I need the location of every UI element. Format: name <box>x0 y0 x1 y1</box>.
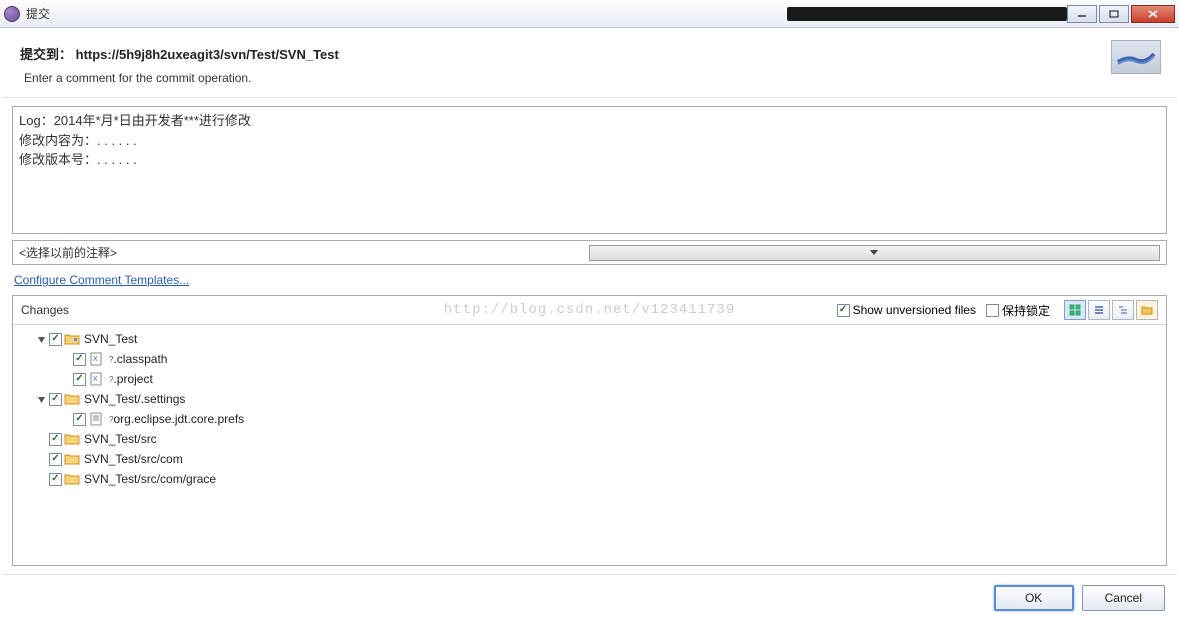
expand-arrow-icon <box>59 413 71 425</box>
compressed-tree-button[interactable] <box>1112 300 1134 320</box>
expand-arrow-icon <box>59 353 71 365</box>
minimize-button[interactable] <box>1067 5 1097 23</box>
row-checkbox[interactable] <box>49 453 62 466</box>
text-file-icon <box>88 412 104 426</box>
expand-arrow-icon <box>35 433 47 445</box>
expand-arrow-icon[interactable] <box>35 333 47 345</box>
row-checkbox[interactable] <box>49 433 62 446</box>
tree-row[interactable]: SVN_Test/src <box>13 429 1166 449</box>
show-folder-button[interactable] <box>1136 300 1158 320</box>
folder-icon <box>64 472 80 486</box>
previous-comment-placeholder: <选择以前的注释> <box>19 244 589 261</box>
window-title: 提交 <box>26 5 767 22</box>
row-checkbox[interactable] <box>73 353 86 366</box>
maximize-button[interactable] <box>1099 5 1129 23</box>
row-checkbox[interactable] <box>49 333 62 346</box>
tree-row[interactable]: ?org.eclipse.jdt.core.prefs <box>13 409 1166 429</box>
previous-comment-select[interactable]: <选择以前的注释> <box>12 240 1167 265</box>
app-icon <box>4 6 20 22</box>
folder-icon <box>64 452 80 466</box>
changes-panel: Changes http://blog.csdn.net/v123411739 … <box>12 295 1167 566</box>
svn-logo-icon <box>1111 40 1161 74</box>
tree-row[interactable]: SVN_Test <box>13 329 1166 349</box>
flat-list-button[interactable] <box>1088 300 1110 320</box>
row-checkbox[interactable] <box>49 473 62 486</box>
proj-folder-icon <box>64 332 80 346</box>
configure-templates-link[interactable]: Configure Comment Templates... <box>14 273 189 287</box>
tree-item-label: org.eclipse.jdt.core.prefs <box>113 412 244 426</box>
expand-arrow-icon <box>35 453 47 465</box>
show-unversioned-checkbox[interactable]: Show unversioned files <box>837 303 976 317</box>
title-bar: 提交 <box>0 0 1179 28</box>
expand-arrow-icon[interactable] <box>35 393 47 405</box>
commit-subtitle: Enter a comment for the commit operation… <box>24 71 1159 85</box>
commit-target-title: 提交到： https://5h9j8h2uxeagit3/svn/Test/SV… <box>20 44 1159 63</box>
folder-icon <box>64 392 80 406</box>
tree-row[interactable]: SVN_Test/src/com <box>13 449 1166 469</box>
xml-file-icon: X <box>88 372 104 386</box>
tree-row[interactable]: SVN_Test/src/com/grace <box>13 469 1166 489</box>
cancel-button[interactable]: Cancel <box>1082 585 1165 611</box>
row-checkbox[interactable] <box>73 413 86 426</box>
folder-icon <box>64 432 80 446</box>
keep-locks-checkbox[interactable]: 保持锁定 <box>986 302 1050 319</box>
svg-text:X: X <box>93 356 98 363</box>
tree-item-label: .project <box>113 372 152 386</box>
tree-item-label: SVN_Test/src/com/grace <box>84 472 216 486</box>
tree-item-label: SVN_Test <box>84 332 137 346</box>
expand-arrow-icon <box>59 373 71 385</box>
row-checkbox[interactable] <box>49 393 62 406</box>
svg-text:X: X <box>93 376 98 383</box>
dialog-footer: OK Cancel <box>2 574 1177 621</box>
ok-button[interactable]: OK <box>994 585 1074 611</box>
tree-row[interactable]: SVN_Test/.settings <box>13 389 1166 409</box>
dropdown-button-icon[interactable] <box>589 245 1161 261</box>
tree-row[interactable]: X?.project <box>13 369 1166 389</box>
row-checkbox[interactable] <box>73 373 86 386</box>
obscured-path <box>787 7 1067 21</box>
changes-label: Changes <box>21 303 837 317</box>
tree-item-label: SVN_Test/src/com <box>84 452 183 466</box>
tree-view-button[interactable] <box>1064 300 1086 320</box>
changes-tree[interactable]: SVN_Test X?.classpathX?.project SVN_Test/.… <box>13 325 1166 565</box>
tree-item-label: SVN_Test/src <box>84 432 157 446</box>
dialog-header: 提交到： https://5h9j8h2uxeagit3/svn/Test/SV… <box>2 30 1177 98</box>
tree-row[interactable]: X?.classpath <box>13 349 1166 369</box>
checkbox-icon <box>837 304 850 317</box>
close-button[interactable] <box>1131 5 1175 23</box>
tree-item-label: SVN_Test/.settings <box>84 392 185 406</box>
tree-item-label: .classpath <box>113 352 167 366</box>
commit-comment-input[interactable]: Log：2014年*月*日由开发者***进行修改 修改内容为：. . . . .… <box>12 106 1167 234</box>
checkbox-icon <box>986 304 999 317</box>
xml-file-icon: X <box>88 352 104 366</box>
expand-arrow-icon <box>35 473 47 485</box>
